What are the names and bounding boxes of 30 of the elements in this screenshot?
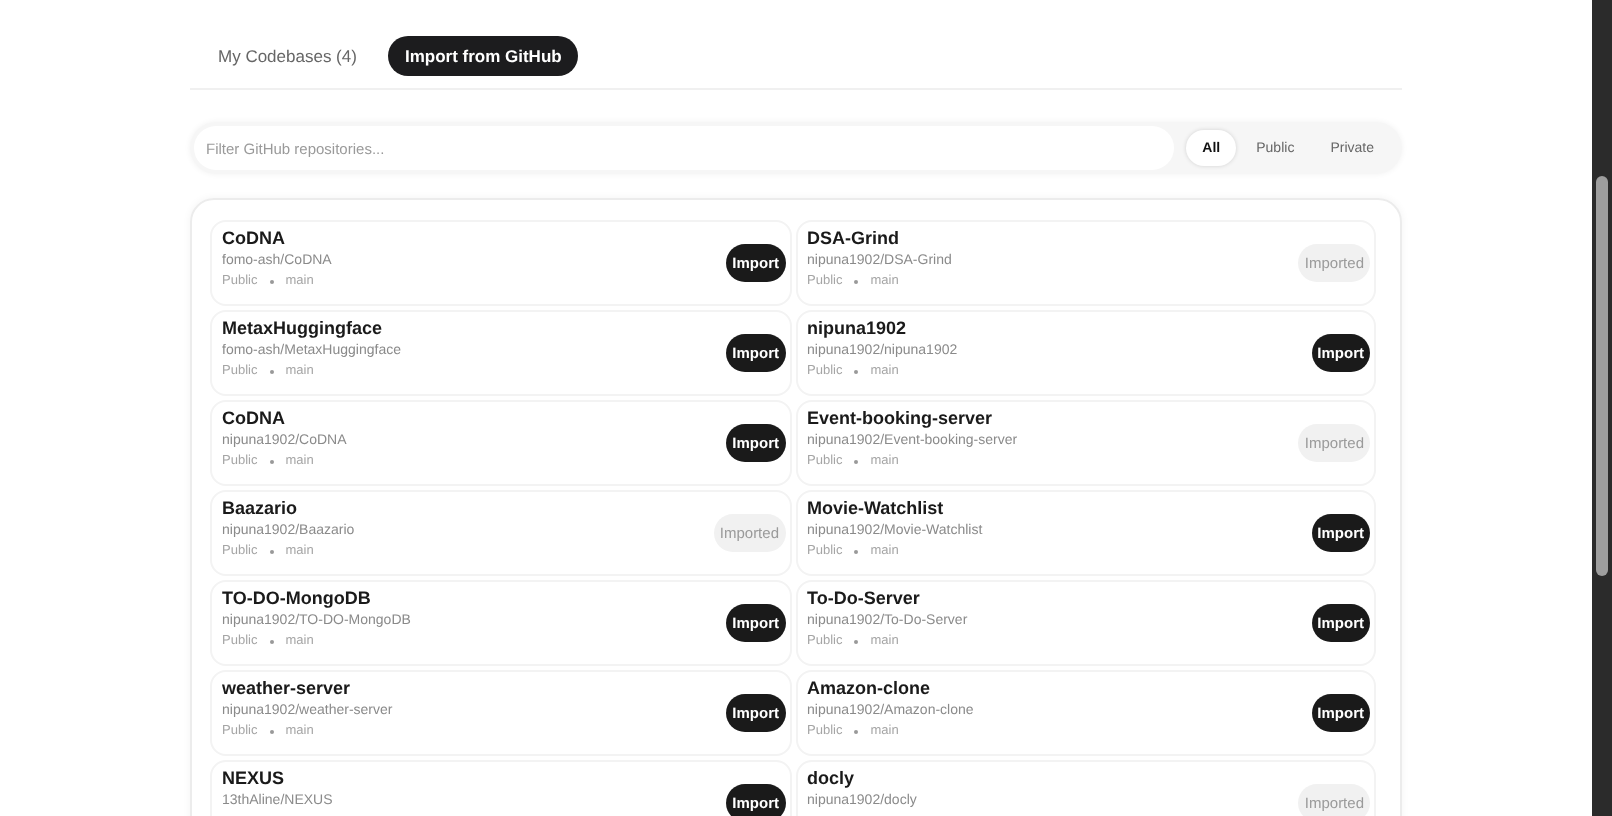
separator-dot xyxy=(269,639,274,643)
separator-dot xyxy=(854,279,859,283)
repository-name: Movie-Watchlist xyxy=(807,498,946,518)
tab[interactable]: My Codebases (4) xyxy=(202,36,373,76)
repository-name: Amazon-clone xyxy=(807,678,933,698)
separator-dot xyxy=(854,639,859,643)
repository-name: weather-server xyxy=(222,678,353,698)
repository-name: CoDNA xyxy=(222,408,287,428)
repository-name: CoDNA xyxy=(222,228,287,248)
repository-name: DSA-Grind xyxy=(807,228,901,248)
separator-dot xyxy=(269,549,274,553)
separator-dot xyxy=(854,729,859,733)
separator-dot xyxy=(854,369,859,373)
scrollbar[interactable] xyxy=(1592,0,1612,816)
repository-name: nipuna1902 xyxy=(807,318,909,338)
repository-name: Event-booking-server xyxy=(807,408,995,428)
repository-name: Baazario xyxy=(222,498,300,518)
repository-name: TO-DO-MongoDB xyxy=(222,588,373,608)
separator-dot xyxy=(854,549,859,553)
repository-name: NEXUS xyxy=(222,768,287,788)
separator-dot xyxy=(269,369,274,373)
separator-dot xyxy=(269,459,274,463)
repository-name: MetaxHuggingface xyxy=(222,318,385,338)
separator-dot xyxy=(854,459,859,463)
repository-name: docly xyxy=(807,768,857,788)
separator-dot xyxy=(269,279,274,283)
separator-dot xyxy=(269,729,274,733)
repository-name: To-Do-Server xyxy=(807,588,922,608)
scrollbar-thumb[interactable] xyxy=(1596,176,1608,576)
tab[interactable]: Import from GitHub xyxy=(388,36,578,76)
